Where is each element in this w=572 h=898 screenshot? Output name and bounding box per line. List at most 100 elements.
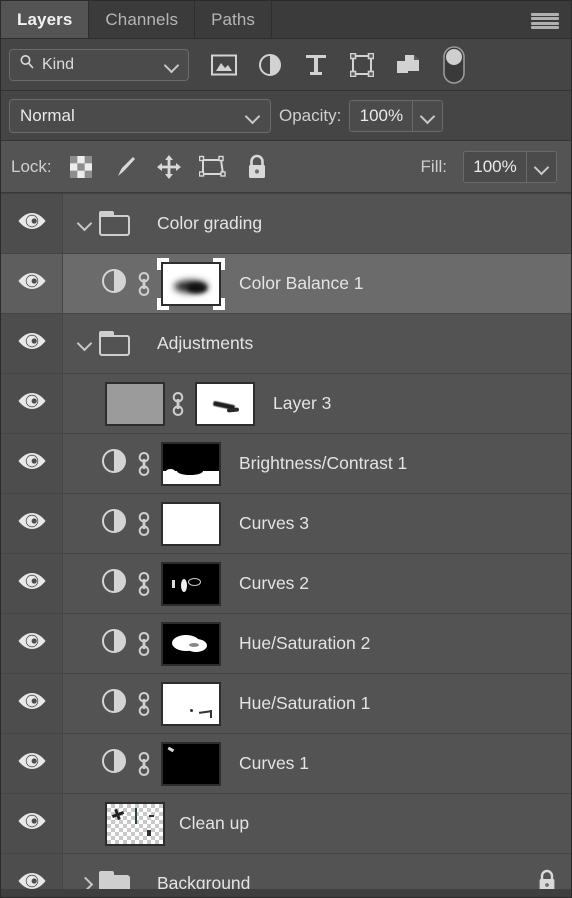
layer-row[interactable]: Hue/Saturation 1 — [1, 674, 571, 734]
tab-channels[interactable]: Channels — [89, 1, 196, 38]
filter-shape-layers-icon[interactable] — [339, 45, 385, 85]
layer-visibility-toggle[interactable] — [1, 194, 63, 253]
fill-stepper-button[interactable] — [526, 151, 556, 182]
lock-position-icon[interactable] — [148, 149, 190, 185]
adjustment-layer-thumbnail[interactable] — [97, 628, 131, 659]
layer-visibility-toggle[interactable] — [1, 314, 63, 373]
mask-link-icon[interactable] — [131, 629, 157, 659]
filter-kind-dropdown[interactable]: Kind — [9, 48, 189, 81]
layer-visibility-toggle[interactable] — [1, 254, 63, 313]
filter-smart-object-icon[interactable] — [385, 45, 431, 85]
layer-visibility-toggle[interactable] — [1, 854, 63, 889]
chevron-down-icon — [535, 160, 549, 174]
layer-mask-thumbnail[interactable] — [157, 618, 225, 670]
layer-visibility-toggle[interactable] — [1, 674, 63, 733]
mask-link-icon[interactable] — [131, 749, 157, 779]
adjustment-layer-thumbnail[interactable] — [97, 448, 131, 479]
layer-name[interactable]: Curves 2 — [239, 573, 309, 594]
panel-tab-bar: Layers Channels Paths — [1, 1, 571, 39]
layer-mask-thumbnail[interactable] — [191, 378, 259, 430]
layer-name[interactable]: Color grading — [157, 213, 262, 234]
lock-all-icon[interactable] — [236, 149, 278, 185]
filter-type-buttons — [201, 45, 477, 85]
chevron-down-icon[interactable] — [71, 338, 99, 350]
lock-image-pixels-icon[interactable] — [104, 149, 146, 185]
layer-row[interactable]: Hue/Saturation 2 — [1, 614, 571, 674]
filter-pixel-layers-icon[interactable] — [201, 45, 247, 85]
layer-row[interactable]: Layer 3 — [1, 374, 571, 434]
adjustment-icon — [101, 448, 127, 479]
layer-row[interactable]: Color grading — [1, 194, 571, 254]
layer-mask-thumbnail[interactable] — [157, 498, 225, 550]
opacity-field[interactable]: 100% — [349, 99, 444, 132]
mask-thumbnail-image — [161, 681, 221, 726]
layer-mask-thumbnail[interactable] — [157, 678, 225, 730]
layer-name[interactable]: Color Balance 1 — [239, 273, 364, 294]
layer-row[interactable]: Color Balance 1 — [1, 254, 571, 314]
layer-name[interactable]: Adjustments — [157, 333, 253, 354]
layer-name[interactable]: Hue/Saturation 1 — [239, 693, 370, 714]
chevron-down-icon — [421, 109, 435, 123]
layer-row[interactable]: Brightness/Contrast 1 — [1, 434, 571, 494]
lock-artboard-nesting-icon[interactable] — [192, 149, 234, 185]
adjustment-layer-thumbnail[interactable] — [97, 688, 131, 719]
opacity-value[interactable]: 100% — [350, 100, 413, 131]
layer-name[interactable]: Background — [157, 873, 250, 889]
layer-row[interactable]: Curves 1 — [1, 734, 571, 794]
fill-value[interactable]: 100% — [464, 151, 526, 182]
layer-row[interactable]: Curves 2 — [1, 554, 571, 614]
layer-visibility-toggle[interactable] — [1, 494, 63, 553]
chevron-down-icon[interactable] — [71, 218, 99, 230]
layer-visibility-toggle[interactable] — [1, 734, 63, 793]
mask-selection-bracket — [213, 257, 225, 270]
mask-link-icon[interactable] — [131, 449, 157, 479]
layer-thumbnail[interactable] — [105, 801, 165, 846]
layer-mask-thumbnail[interactable] — [157, 738, 225, 790]
layer-visibility-toggle[interactable] — [1, 374, 63, 433]
layer-visibility-toggle[interactable] — [1, 434, 63, 493]
layer-visibility-toggle[interactable] — [1, 554, 63, 613]
tab-channels-label: Channels — [105, 9, 179, 29]
adjustment-layer-thumbnail[interactable] — [97, 568, 131, 599]
layer-row[interactable]: Background — [1, 854, 571, 889]
lock-toolbar: Lock: Fill: 100% — [1, 141, 571, 193]
tab-paths[interactable]: Paths — [195, 1, 273, 38]
mask-link-icon[interactable] — [165, 389, 191, 419]
layer-row[interactable]: Clean up — [1, 794, 571, 854]
layer-name[interactable]: Brightness/Contrast 1 — [239, 453, 407, 474]
layer-row[interactable]: Curves 3 — [1, 494, 571, 554]
layer-name[interactable]: Hue/Saturation 2 — [239, 633, 370, 654]
layer-visibility-toggle[interactable] — [1, 794, 63, 853]
adjustment-layer-thumbnail[interactable] — [97, 748, 131, 779]
eye-icon — [17, 211, 47, 236]
layer-mask-thumbnail[interactable] — [157, 558, 225, 610]
layer-row[interactable]: Adjustments — [1, 314, 571, 374]
mask-link-icon[interactable] — [131, 269, 157, 299]
opacity-stepper-button[interactable] — [412, 100, 443, 131]
lock-transparent-pixels-icon[interactable] — [60, 149, 102, 185]
filter-adjustment-layers-icon[interactable] — [247, 45, 293, 85]
layer-name[interactable]: Curves 3 — [239, 513, 309, 534]
filter-type-layers-icon[interactable] — [293, 45, 339, 85]
layer-name[interactable]: Clean up — [179, 813, 249, 834]
layer-name[interactable]: Layer 3 — [273, 393, 331, 414]
fill-field[interactable]: 100% — [463, 150, 557, 183]
adjustment-layer-thumbnail[interactable] — [97, 268, 131, 299]
blend-mode-dropdown[interactable]: Normal — [9, 98, 271, 133]
filter-enable-toggle[interactable] — [431, 45, 477, 85]
layer-mask-thumbnail[interactable] — [157, 257, 225, 310]
adjustment-layer-thumbnail[interactable] — [97, 508, 131, 539]
tab-layers[interactable]: Layers — [1, 1, 90, 38]
chevron-right-icon[interactable] — [71, 878, 99, 890]
layer-name[interactable]: Curves 1 — [239, 753, 309, 774]
layer-row-body: Color grading — [63, 194, 571, 253]
mask-link-icon[interactable] — [131, 569, 157, 599]
layer-list[interactable]: Color grading Color Balance 1 Adjustments L… — [1, 193, 571, 889]
mask-link-icon[interactable] — [131, 689, 157, 719]
hamburger-menu-icon[interactable] — [531, 13, 559, 29]
layer-thumbnail[interactable] — [105, 381, 165, 426]
mask-link-icon[interactable] — [131, 509, 157, 539]
layer-mask-thumbnail[interactable] — [157, 438, 225, 490]
layer-visibility-toggle[interactable] — [1, 614, 63, 673]
filter-toolbar: Kind — [1, 39, 571, 91]
